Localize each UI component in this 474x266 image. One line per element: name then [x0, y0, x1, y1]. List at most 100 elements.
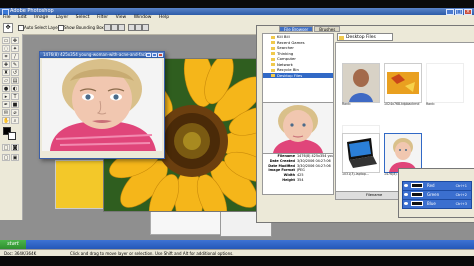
channel-shortcut: Ctrl+2	[455, 193, 467, 197]
standard-mode-icon[interactable]: □	[2, 144, 10, 151]
thumbnail-image	[342, 133, 380, 173]
thumbnail-image	[342, 63, 380, 103]
path-select-tool-icon[interactable]: ▸	[2, 93, 10, 100]
menu-window[interactable]: Window	[134, 15, 152, 20]
visibility-eye-icon[interactable]	[404, 184, 408, 187]
hand-tool-icon[interactable]: ✋	[2, 117, 10, 124]
lasso-tool-icon[interactable]: ◌	[2, 45, 10, 52]
marquee-tool-icon[interactable]: ▭	[2, 37, 10, 44]
align-bottom-icon[interactable]	[118, 24, 125, 31]
folder-icon	[339, 35, 344, 40]
pen-tool-icon[interactable]: ✒	[2, 101, 10, 108]
thumbnail-image	[384, 133, 422, 173]
metadata-value: 354	[297, 177, 304, 182]
doc-minimize-button[interactable]	[146, 52, 151, 57]
healing-brush-tool-icon[interactable]: ✚	[2, 61, 10, 68]
magic-wand-tool-icon[interactable]: ✦	[11, 45, 19, 52]
shape-tool-icon[interactable]: ■	[11, 101, 19, 108]
file-metadata: Filename1476(8) 425x354 you... Date Crea…	[262, 153, 334, 195]
move-tool-icon[interactable]: ✥	[11, 37, 19, 44]
visibility-eye-icon[interactable]	[404, 202, 408, 205]
thumbnail-item[interactable]: 1031(3)-laptop...	[340, 131, 380, 185]
menu-view[interactable]: View	[116, 15, 127, 20]
channel-shortcut: Ctrl+1	[455, 184, 467, 188]
thumbnail-caption: Rank:	[342, 102, 352, 106]
close-button[interactable]: ×	[464, 8, 472, 15]
preview-face-image	[263, 103, 333, 153]
sort-dropdown[interactable]: Filename	[366, 192, 382, 199]
align-center-icon[interactable]	[135, 24, 142, 31]
channel-name: Green	[427, 192, 440, 197]
align-left-icon[interactable]	[128, 24, 135, 31]
slice-tool-icon[interactable]: /	[11, 53, 19, 60]
clone-stamp-tool-icon[interactable]: ♜	[2, 69, 10, 76]
toolbox: ▭ ✥ ◌ ✦ ⌗ / ✚ ✎ ♜ ↺ ▱ ▤ ● ◐ ▸ T ✒ ■ ✉ ⌀ …	[0, 34, 23, 220]
thumbnail-caption: 1031(3)-laptop...	[342, 172, 369, 176]
thumbnail-caption: 1024x768-tdpbackrnd	[384, 102, 420, 106]
history-brush-tool-icon[interactable]: ↺	[11, 69, 19, 76]
brush-tool-icon[interactable]: ✎	[11, 61, 19, 68]
menu-edit[interactable]: Edit	[18, 15, 27, 20]
eyedropper-tool-icon[interactable]: ⌀	[11, 109, 19, 116]
minimize-button[interactable]: _	[446, 8, 454, 15]
folder-tree: Kill Bill Recent Games Searcher Thinking…	[262, 33, 334, 103]
metadata-row: Height 354	[263, 178, 333, 183]
face-document-window[interactable]: 1476(8) 425x354 young-woman-with-acne-an…	[39, 51, 165, 159]
blur-tool-icon[interactable]: ●	[2, 85, 10, 92]
folder-path-dropdown[interactable]: Desktop Files	[337, 33, 393, 41]
tree-item-selected[interactable]: Desktop Files	[263, 72, 333, 78]
file-preview	[262, 102, 334, 154]
move-tool-icon[interactable]: ✥	[3, 23, 13, 33]
doc-close-button[interactable]	[158, 52, 163, 57]
thumbnail-item[interactable]: Rank:	[424, 61, 464, 115]
start-button[interactable]: start	[0, 240, 26, 249]
menu-select[interactable]: Select	[76, 15, 90, 20]
thumbnail-item[interactable]: 1024x768-tdpbackrnd	[382, 61, 422, 115]
screen-mode-standard-icon[interactable]: ▢	[2, 154, 10, 161]
channel-thumbnail	[411, 201, 423, 206]
menu-help[interactable]: Help	[159, 15, 169, 20]
app-title: Adobe Photoshop	[10, 8, 54, 14]
zoom-tool-icon[interactable]: ⌕	[11, 117, 19, 124]
document-mini-status	[42, 153, 162, 157]
background-color-swatch[interactable]	[8, 132, 16, 140]
align-top-icon[interactable]	[104, 24, 111, 31]
gradient-tool-icon[interactable]: ▤	[11, 77, 19, 84]
channel-row[interactable]: Blue Ctrl+3	[402, 199, 472, 209]
eraser-tool-icon[interactable]: ▱	[2, 77, 10, 84]
yellow-document-window[interactable]	[55, 160, 107, 209]
doc-maximize-button[interactable]	[152, 52, 157, 57]
quick-mask-icon[interactable]: ◙	[11, 144, 19, 151]
notes-tool-icon[interactable]: ✉	[2, 109, 10, 116]
visibility-eye-icon[interactable]	[404, 193, 408, 196]
channels-panel: Red Ctrl+1 Green Ctrl+2 Blue Ctrl+3	[398, 168, 474, 218]
auto-select-layer-label: Auto Select Layer	[24, 25, 60, 30]
folder-path-label: Desktop Files	[346, 35, 376, 40]
crop-tool-icon[interactable]: ⌗	[2, 53, 10, 60]
align-right-icon[interactable]	[142, 24, 149, 31]
align-middle-icon[interactable]	[111, 24, 118, 31]
menu-file[interactable]: File	[3, 15, 11, 20]
channel-thumbnail	[411, 192, 423, 197]
show-bounding-box-label: Show Bounding Box	[64, 25, 104, 30]
thumbnail-item[interactable]: Rank:	[340, 61, 380, 115]
channel-thumbnail	[411, 183, 423, 188]
document-titlebar[interactable]: 1476(8) 425x354 young-woman-with-acne-an…	[40, 52, 164, 58]
thumbnail-image	[426, 63, 464, 103]
menu-filter[interactable]: Filter	[97, 15, 108, 20]
dodge-tool-icon[interactable]: ◐	[11, 85, 19, 92]
menu-image[interactable]: Image	[34, 15, 48, 20]
document-canvas[interactable]	[42, 59, 162, 151]
woman-face-image	[42, 59, 162, 151]
channel-name: Blue	[427, 201, 436, 206]
type-tool-icon[interactable]: T	[11, 93, 19, 100]
letterbox-bottom	[0, 256, 474, 266]
tab-file-browser[interactable]: File Browser	[279, 26, 314, 32]
tab-brushes[interactable]: Brushes	[314, 26, 341, 32]
app-titlebar: Adobe Photoshop _ □ ×	[0, 8, 474, 16]
screen-mode-full-icon[interactable]: ▣	[11, 154, 19, 161]
menu-layer[interactable]: Layer	[56, 15, 69, 20]
file-browser-tabs: File Browser Brushes	[279, 26, 341, 32]
metadata-key: Height	[282, 177, 295, 182]
maximize-button[interactable]: □	[455, 8, 463, 15]
